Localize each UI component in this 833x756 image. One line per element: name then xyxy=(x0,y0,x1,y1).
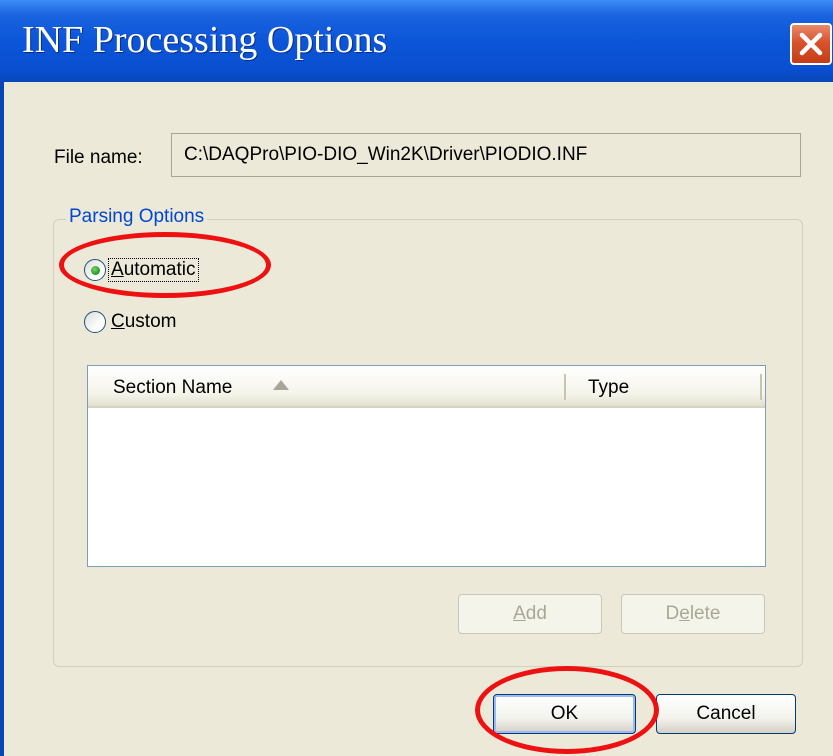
sort-ascending-icon xyxy=(273,380,289,390)
close-button[interactable] xyxy=(790,23,832,65)
radio-selected-dot xyxy=(91,266,100,275)
column-separator[interactable] xyxy=(564,374,566,400)
window-title: INF Processing Options xyxy=(22,19,388,61)
cancel-button[interactable]: Cancel xyxy=(656,694,796,734)
list-header: Section Name Type xyxy=(88,366,765,408)
column-header-type[interactable]: Type xyxy=(588,377,629,399)
radio-automatic[interactable]: Automatic xyxy=(84,258,214,285)
radio-custom[interactable]: Custom xyxy=(84,311,194,337)
column-header-section-name[interactable]: Section Name xyxy=(113,377,232,399)
radio-automatic-label[interactable]: Automatic xyxy=(108,258,199,282)
file-name-value: C:\DAQPro\PIO-DIO_Win2K\Driver\PIODIO.IN… xyxy=(184,144,588,165)
file-name-label: File name: xyxy=(54,147,143,168)
add-button[interactable]: Add xyxy=(458,594,602,634)
window-border xyxy=(0,82,4,756)
radio-custom-circle[interactable] xyxy=(84,311,106,333)
ok-button[interactable]: OK xyxy=(493,694,636,734)
file-name-field: C:\DAQPro\PIO-DIO_Win2K\Driver\PIODIO.IN… xyxy=(171,133,801,177)
dialog-window: INF Processing Options File name: C:\DAQ… xyxy=(0,0,833,756)
delete-button[interactable]: Delete xyxy=(621,594,765,634)
column-separator[interactable] xyxy=(760,374,762,400)
radio-custom-label[interactable]: Custom xyxy=(111,311,176,333)
parsing-options-label: Parsing Options xyxy=(66,206,208,228)
radio-automatic-circle[interactable] xyxy=(84,259,106,281)
sections-list[interactable]: Section Name Type xyxy=(87,365,766,567)
close-x-icon xyxy=(799,32,823,56)
title-bar[interactable]: INF Processing Options xyxy=(0,0,833,82)
